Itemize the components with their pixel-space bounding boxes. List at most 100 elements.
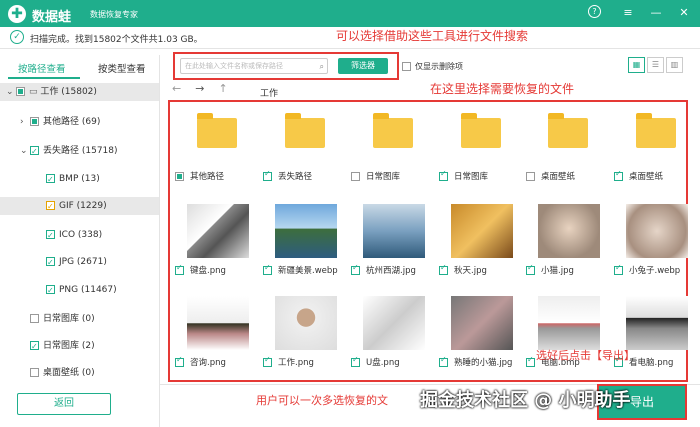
chevron-down-icon[interactable]: ⌄: [6, 83, 16, 101]
image-thumbnail[interactable]: [187, 296, 249, 350]
tree-item-gif[interactable]: GIF (1229): [0, 197, 159, 216]
image-tile[interactable]: 工作.png: [263, 292, 343, 384]
file-checkbox[interactable]: [263, 355, 272, 367]
tree-item-root[interactable]: ⌄ ▭ 工作 (15802): [0, 83, 159, 101]
file-checkbox[interactable]: [175, 355, 184, 367]
image-tile[interactable]: 新疆美景.webp: [263, 200, 343, 292]
image-tile[interactable]: 杭州西湖.jpg: [351, 200, 431, 292]
detail-view-icon[interactable]: ▥: [666, 57, 683, 73]
tree-checkbox[interactable]: [46, 254, 55, 272]
file-checkbox[interactable]: [263, 169, 272, 181]
image-tile[interactable]: U盘.png: [351, 292, 431, 384]
folder-tile[interactable]: 其他路径: [175, 106, 255, 198]
file-checkbox[interactable]: [175, 172, 184, 181]
back-button[interactable]: 返回: [17, 393, 111, 415]
file-checkbox[interactable]: [439, 169, 448, 181]
image-tile[interactable]: 秋天.jpg: [439, 200, 519, 292]
folder-tile[interactable]: 桌面壁纸: [526, 106, 606, 198]
tree-checkbox[interactable]: [46, 198, 55, 216]
nav-arrows: ← → ↑: [172, 82, 228, 95]
image-thumbnail[interactable]: [363, 296, 425, 350]
image-tile[interactable]: 电脑.bmp: [526, 292, 606, 384]
tree-checkbox[interactable]: [30, 338, 39, 356]
file-checkbox[interactable]: [526, 355, 535, 367]
folder-icon[interactable]: [197, 113, 237, 148]
up-arrow-icon[interactable]: ↑: [218, 82, 227, 95]
back-arrow-icon[interactable]: ←: [172, 82, 181, 95]
file-checkbox[interactable]: [526, 263, 535, 275]
folder-icon[interactable]: [285, 113, 325, 148]
image-thumbnail[interactable]: [363, 204, 425, 258]
tree-item-ico[interactable]: ICO (338): [46, 226, 102, 245]
folder-icon[interactable]: [461, 113, 501, 148]
tab-by-path[interactable]: 按路径查看: [18, 61, 66, 75]
file-item: 键盘.png: [175, 263, 265, 276]
folder-tile[interactable]: 日常图库: [351, 106, 431, 198]
image-thumbnail[interactable]: [626, 204, 688, 258]
file-checkbox[interactable]: [351, 172, 360, 181]
search-input[interactable]: 在此处输入文件名称或保存路径 ⌕: [180, 58, 328, 74]
file-name: 桌面壁纸: [629, 172, 664, 182]
tree-checkbox[interactable]: [46, 171, 55, 189]
image-tile[interactable]: 键盘.png: [175, 200, 255, 292]
show-deleted-toggle[interactable]: 仅显示删除项: [402, 61, 463, 72]
tree-item-lost-paths[interactable]: ⌄ 丢失路径 (15718): [20, 142, 118, 161]
tree-checkbox[interactable]: [46, 227, 55, 245]
list-view-icon[interactable]: ☰: [647, 57, 664, 73]
tree-item-png[interactable]: PNG (11467): [46, 281, 117, 300]
tree-item-daily-gallery-2[interactable]: 日常图库 (2): [30, 337, 95, 356]
tree-checkbox[interactable]: [46, 282, 55, 300]
folder-icon[interactable]: [636, 113, 676, 148]
show-deleted-checkbox[interactable]: [402, 62, 411, 71]
filter-button[interactable]: 筛选器: [338, 58, 388, 74]
chevron-down-icon[interactable]: ⌄: [20, 142, 30, 160]
file-checkbox[interactable]: [614, 263, 623, 275]
folder-tile[interactable]: 桌面壁纸: [614, 106, 694, 198]
minimize-icon[interactable]: —: [648, 5, 664, 21]
chevron-right-icon[interactable]: ›: [20, 113, 30, 131]
folder-tile[interactable]: 日常图库: [439, 106, 519, 198]
file-checkbox[interactable]: [439, 263, 448, 275]
tree-checkbox[interactable]: [30, 143, 39, 161]
help-icon[interactable]: ?: [588, 5, 601, 18]
menu-icon[interactable]: ≡: [620, 5, 636, 21]
image-thumbnail[interactable]: [538, 296, 600, 350]
tree-checkbox[interactable]: [30, 368, 39, 377]
image-thumbnail[interactable]: [626, 296, 688, 350]
tree-item-other-paths[interactable]: › 其他路径 (69): [20, 113, 100, 131]
tree-checkbox[interactable]: [30, 117, 39, 126]
close-icon[interactable]: ✕: [676, 5, 692, 21]
folder-icon[interactable]: [373, 113, 413, 148]
image-thumbnail[interactable]: [451, 296, 513, 350]
tree-item-bmp[interactable]: BMP (13): [46, 170, 100, 189]
file-checkbox[interactable]: [175, 263, 184, 275]
file-checkbox[interactable]: [439, 355, 448, 367]
image-thumbnail[interactable]: [187, 204, 249, 258]
image-thumbnail[interactable]: [275, 296, 337, 350]
tree-item-wallpaper[interactable]: 桌面壁纸 (0): [30, 364, 95, 382]
tree-checkbox[interactable]: [30, 314, 39, 323]
tree-checkbox[interactable]: [16, 87, 25, 96]
file-checkbox[interactable]: [614, 169, 623, 181]
tree-label: 日常图库 (2): [43, 341, 95, 351]
file-checkbox[interactable]: [351, 263, 360, 275]
tree-item-jpg[interactable]: JPG (2671): [46, 253, 107, 272]
folder-tile[interactable]: 丢失路径: [263, 106, 343, 198]
tree-item-daily-gallery-0[interactable]: 日常图库 (0): [30, 310, 95, 328]
file-name: 工作.png: [278, 358, 314, 368]
image-tile[interactable]: 看电脑.png: [614, 292, 694, 384]
file-checkbox[interactable]: [351, 355, 360, 367]
tab-by-type[interactable]: 按类型查看: [98, 61, 146, 75]
image-tile[interactable]: 小猫.jpg: [526, 200, 606, 292]
grid-view-icon[interactable]: ▦: [628, 57, 645, 73]
image-tile[interactable]: 小兔子.webp: [614, 200, 694, 292]
image-tile[interactable]: 咨询.png: [175, 292, 255, 384]
image-thumbnail[interactable]: [275, 204, 337, 258]
image-thumbnail[interactable]: [538, 204, 600, 258]
image-tile[interactable]: 熟睡的小猫.jpg: [439, 292, 519, 384]
image-thumbnail[interactable]: [451, 204, 513, 258]
forward-arrow-icon[interactable]: →: [195, 82, 204, 95]
file-checkbox[interactable]: [526, 172, 535, 181]
file-checkbox[interactable]: [263, 263, 272, 275]
folder-icon[interactable]: [548, 113, 588, 148]
